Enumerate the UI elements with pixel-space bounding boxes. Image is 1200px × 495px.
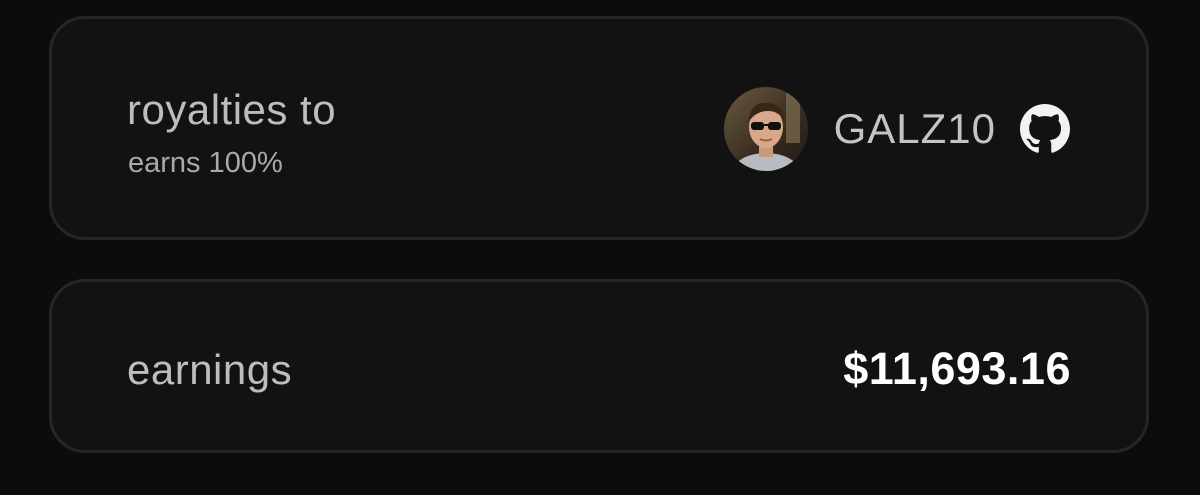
royalties-title: royalties to [127,86,337,133]
github-icon[interactable] [1020,104,1070,154]
earnings-label: earnings [127,346,293,393]
avatar[interactable] [723,87,808,171]
earnings-amount: $11,693.16 [843,343,1071,394]
royalty-recipient[interactable]: GALZ10 [723,86,1070,172]
earnings-card: earnings $11,693.16 [49,279,1149,453]
recipient-name[interactable]: GALZ10 [834,108,996,150]
royalties-share: earns 100% [128,147,283,179]
royalties-card: royalties to earns 100% GALZ10 [49,16,1149,240]
